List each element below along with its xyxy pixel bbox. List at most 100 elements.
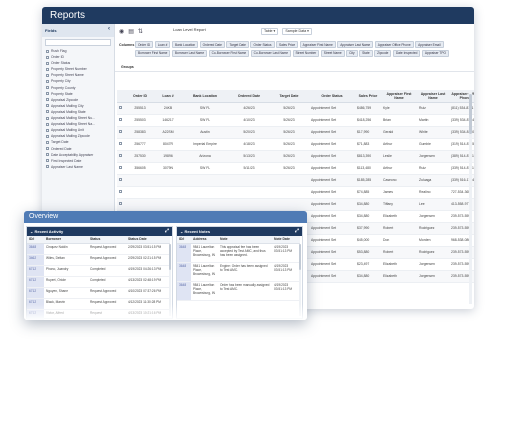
save-icon[interactable]: ▤	[128, 28, 134, 35]
id-link[interactable]: 3648	[177, 262, 191, 282]
column-chip[interactable]: Zipcode	[374, 49, 392, 57]
table-row[interactable]: 3648 9841 Laurelton Place, Brownsburg, IN…	[177, 262, 300, 282]
column-chip[interactable]: Street Number	[292, 49, 320, 57]
checkbox[interactable]	[46, 55, 49, 59]
checkbox[interactable]	[46, 49, 49, 53]
id-link[interactable]: 6712	[27, 276, 44, 288]
checkbox[interactable]	[46, 67, 49, 71]
table-row[interactable]: 256777 8047R Imperial Empire 4/18/23 5/26/23…	[117, 138, 474, 151]
row-select[interactable]	[117, 198, 125, 211]
id-link[interactable]: 6712	[27, 265, 44, 277]
view-icon[interactable]: ◉	[119, 28, 124, 35]
table-row[interactable]: 6712 Phono, Juandry Completed 4/19/2023 04:…	[27, 265, 170, 277]
checkbox[interactable]	[46, 159, 49, 163]
id-link[interactable]: 3648	[177, 243, 191, 263]
scroll-thumb[interactable]	[469, 94, 472, 134]
column-header[interactable]: Order ID	[125, 90, 155, 103]
id-link[interactable]: 6712	[27, 287, 44, 299]
table-row[interactable]: 255513 24KB SW FL 4/26/23 5/26/23 Appointment…	[117, 102, 474, 115]
column-header[interactable]: Status	[88, 236, 126, 244]
column-chip[interactable]: Borrower Last Name	[171, 49, 208, 57]
row-checkbox[interactable]	[119, 154, 122, 157]
row-select[interactable]	[117, 138, 125, 151]
checkbox[interactable]	[46, 140, 49, 144]
collapse-icon[interactable]: ‹	[108, 26, 110, 32]
checkbox[interactable]	[46, 134, 49, 138]
column-chip[interactable]: Loan #	[154, 41, 171, 48]
row-checkbox[interactable]	[119, 118, 122, 121]
table-row[interactable]: 3648 Cinquez Noldin Request Approved 2/29/2…	[27, 243, 170, 255]
checkbox[interactable]	[46, 122, 49, 126]
checkbox[interactable]	[46, 86, 49, 90]
row-checkbox[interactable]	[119, 130, 122, 133]
id-link[interactable]: 3462	[27, 254, 44, 266]
table-row[interactable]: 356605 3079N SW FL 5/11/23 5/26/23 Appointmen…	[117, 162, 474, 175]
checkbox[interactable]	[46, 92, 49, 96]
row-checkbox[interactable]	[119, 178, 122, 181]
checkbox[interactable]	[46, 116, 49, 120]
view-select[interactable]: Table ▾	[260, 27, 279, 35]
checkbox[interactable]	[46, 61, 49, 65]
column-header[interactable]: Ordered Date	[229, 90, 269, 103]
id-link[interactable]: 3648	[27, 243, 44, 255]
column-header[interactable]: Status Date	[126, 236, 170, 244]
checkbox[interactable]	[46, 128, 49, 132]
table-row[interactable]: 255503 146217 SW FL 4/10/23 5/26/23 Appointme…	[117, 114, 474, 127]
column-header[interactable]: Borrower	[44, 236, 88, 244]
column-header[interactable]: ID#	[27, 236, 44, 244]
row-select[interactable]	[117, 174, 125, 187]
row-checkbox[interactable]	[119, 202, 122, 205]
column-chip[interactable]: Borrower First Name	[134, 49, 171, 57]
column-header[interactable]: Bank Location	[181, 90, 229, 103]
column-header[interactable]: Loan #	[155, 90, 181, 103]
recent-notes-header[interactable]: ⌄ Recent Notes ⤢	[177, 227, 302, 236]
table-row[interactable]: 3648 9841 Laurelton Place, Brownsburg, IN…	[177, 243, 300, 263]
column-chip[interactable]: Street Name	[320, 49, 345, 57]
column-header[interactable]: Note	[218, 236, 272, 244]
table-row[interactable]: Appointment Set $34,880 Tiffany Lee 413-558-…	[117, 198, 474, 211]
column-chip[interactable]: Date Inspected	[392, 49, 421, 57]
column-header[interactable]: ID#	[177, 236, 191, 244]
column-chip[interactable]: Ordered Date	[199, 41, 225, 48]
column-chip[interactable]: Co-Borrower Last Name	[250, 49, 292, 57]
table-row[interactable]: 6712 Rupert, Oriole Completed 4/13/2023 02:…	[27, 276, 170, 288]
expand-icon[interactable]: ⤢	[165, 228, 169, 234]
column-header[interactable]: Sales Price	[355, 90, 381, 103]
report-scrollbar[interactable]	[469, 90, 472, 304]
column-chip[interactable]: Appraiser Email	[415, 41, 444, 48]
checkbox[interactable]	[46, 98, 49, 102]
checkbox[interactable]	[46, 147, 49, 151]
column-header[interactable]: Order Status	[309, 90, 355, 103]
fields-search-input[interactable]	[45, 39, 111, 46]
row-checkbox[interactable]	[119, 142, 122, 145]
column-header[interactable]: Target Date	[269, 90, 309, 103]
row-checkbox[interactable]	[119, 166, 122, 169]
expand-icon[interactable]: ⤢	[295, 228, 299, 234]
column-chip[interactable]: Co-Borrower First Name	[208, 49, 250, 57]
row-select[interactable]	[117, 126, 125, 139]
column-chip[interactable]: Order ID	[134, 41, 154, 48]
column-chip[interactable]: Appraiser First Name	[299, 41, 336, 48]
column-header[interactable]: Appraiser First Name	[381, 90, 417, 103]
checkbox[interactable]	[46, 73, 49, 77]
column-chip[interactable]: State	[359, 49, 373, 57]
checkbox[interactable]	[46, 153, 49, 157]
column-header[interactable]: Note Date	[272, 236, 300, 244]
table-row[interactable]: 3648 9841 Laurelton Place, Brownsburg, IN…	[177, 281, 300, 301]
sort-icon[interactable]: ⇅	[138, 28, 143, 35]
column-chip[interactable]: Appraiser TPO	[421, 49, 449, 57]
row-select[interactable]	[117, 102, 125, 115]
column-chip[interactable]: City	[346, 49, 358, 57]
checkbox[interactable]	[46, 80, 49, 84]
row-select[interactable]	[117, 114, 125, 127]
field-item[interactable]: Appraiser Last Name	[42, 164, 114, 170]
recent-activity-header[interactable]: ⌄ Recent Activity ⤢	[27, 227, 172, 236]
column-chip[interactable]: Appraiser Last Name	[337, 41, 374, 48]
checkbox[interactable]	[46, 104, 49, 108]
table-row[interactable]: 257530 19896 Arizona 5/13/23 5/26/23 Appointm…	[117, 150, 474, 163]
row-select[interactable]	[117, 150, 125, 163]
column-header[interactable]: Address	[191, 236, 218, 244]
column-chip[interactable]: Target Date	[226, 41, 249, 48]
column-chip[interactable]: Sales Price	[276, 41, 299, 48]
checkbox[interactable]	[46, 165, 49, 169]
